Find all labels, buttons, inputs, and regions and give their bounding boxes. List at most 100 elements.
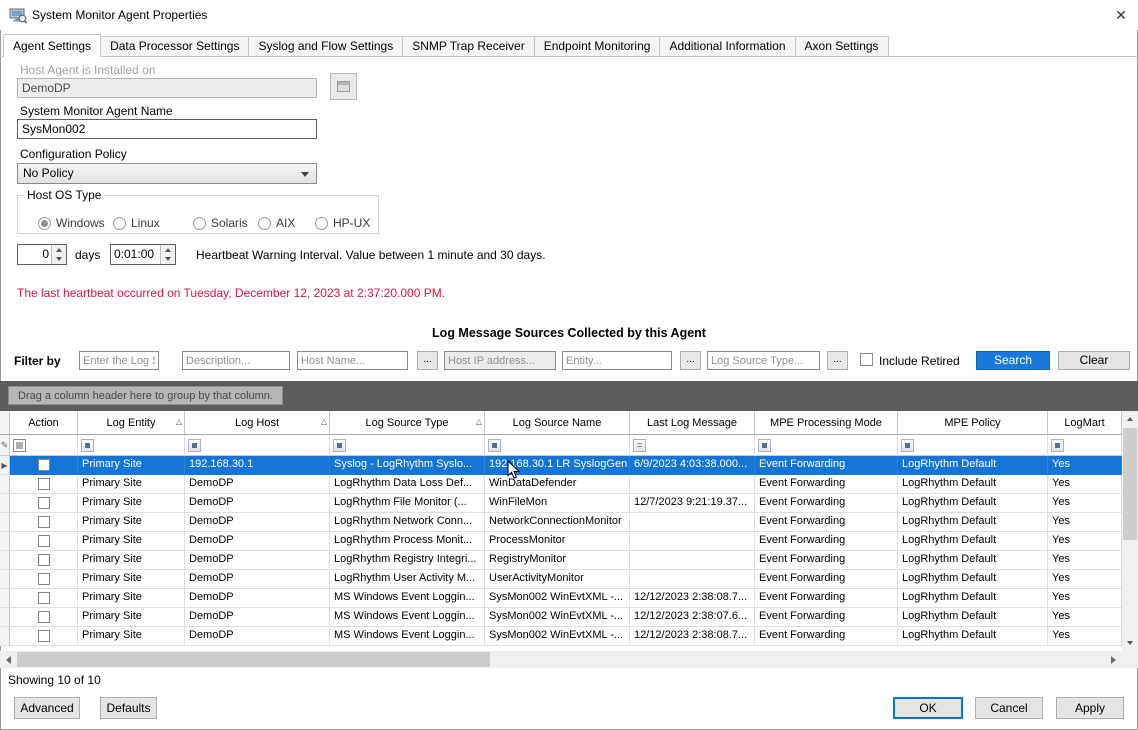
cell-log-source-name: UserActivityMonitor xyxy=(485,570,630,589)
description-filter-input[interactable] xyxy=(182,351,290,370)
host-name-browse-button[interactable]: ... xyxy=(417,351,438,370)
radio-aix[interactable]: AIX xyxy=(258,216,295,230)
filter-icon[interactable] xyxy=(81,439,94,452)
radio-hpux[interactable]: HP-UX xyxy=(315,216,370,230)
apply-button[interactable]: Apply xyxy=(1056,697,1124,719)
table-row[interactable]: Primary Site DemoDP LogRhythm Registry I… xyxy=(0,551,1122,570)
column-header-log-entity[interactable]: Log Entity△ xyxy=(78,411,185,434)
table-row[interactable]: Primary Site DemoDP LogRhythm Process Mo… xyxy=(0,532,1122,551)
column-header-logmart[interactable]: LogMart xyxy=(1048,411,1122,434)
equals-filter-icon[interactable]: = xyxy=(633,439,646,452)
radio-button-icon xyxy=(193,217,206,230)
advanced-button[interactable]: Advanced xyxy=(14,697,80,719)
scroll-up-icon[interactable] xyxy=(1122,411,1138,427)
filter-icon[interactable] xyxy=(188,439,201,452)
column-header-log-source-type[interactable]: Log Source Type△ xyxy=(330,411,485,434)
defaults-button[interactable]: Defaults xyxy=(100,697,157,719)
include-retired-checkbox[interactable] xyxy=(860,353,873,366)
column-header-last-log-message[interactable]: Last Log Message xyxy=(630,411,755,434)
row-checkbox[interactable] xyxy=(38,459,50,471)
spin-up-icon[interactable] xyxy=(52,245,66,255)
horizontal-scrollbar[interactable] xyxy=(0,651,1122,668)
filter-icon[interactable] xyxy=(1051,439,1064,452)
mouse-cursor xyxy=(507,460,520,480)
filter-cell-action[interactable] xyxy=(10,435,78,456)
spin-down-icon[interactable] xyxy=(161,255,175,265)
filter-cell-last-log-message[interactable]: = xyxy=(630,435,755,456)
column-header-log-source-name[interactable]: Log Source Name xyxy=(485,411,630,434)
row-checkbox[interactable] xyxy=(38,516,50,528)
log-source-filter-input[interactable] xyxy=(79,351,159,370)
radio-linux[interactable]: Linux xyxy=(113,216,160,230)
filter-icon[interactable] xyxy=(333,439,346,452)
days-spinner[interactable]: 0 xyxy=(17,244,67,265)
row-checkbox[interactable] xyxy=(38,497,50,509)
row-checkbox[interactable] xyxy=(38,535,50,547)
filter-cell-log-source-name[interactable] xyxy=(485,435,630,456)
column-header-mpe-policy[interactable]: MPE Policy xyxy=(898,411,1048,434)
tab-additional-information[interactable]: Additional Information xyxy=(659,36,795,56)
filter-icon[interactable] xyxy=(758,439,771,452)
clear-button[interactable]: Clear xyxy=(1058,351,1130,370)
tab-syslog-and-flow-settings[interactable]: Syslog and Flow Settings xyxy=(248,36,403,56)
table-row[interactable]: Primary Site DemoDP MS Windows Event Log… xyxy=(0,627,1122,646)
cell-log-source-type: LogRhythm File Monitor (... xyxy=(330,494,485,513)
tab-snmp-trap-receiver[interactable]: SNMP Trap Receiver xyxy=(402,36,534,56)
close-icon[interactable]: ✕ xyxy=(1108,4,1134,26)
filter-cell-logmart[interactable] xyxy=(1048,435,1122,456)
entity-browse-button[interactable]: ... xyxy=(680,351,701,370)
table-row[interactable]: Primary Site DemoDP LogRhythm Data Loss … xyxy=(0,475,1122,494)
host-name-filter-input[interactable] xyxy=(297,351,408,370)
log-source-type-filter-input[interactable] xyxy=(707,351,820,370)
table-row[interactable]: ▶ Primary Site 192.168.30.1 Syslog - Log… xyxy=(0,456,1122,475)
table-row[interactable]: Primary Site DemoDP LogRhythm File Monit… xyxy=(0,494,1122,513)
cancel-button[interactable]: Cancel xyxy=(975,697,1043,719)
spin-up-icon[interactable] xyxy=(161,245,175,255)
table-row[interactable]: Primary Site DemoDP MS Windows Event Log… xyxy=(0,608,1122,627)
scroll-right-icon[interactable] xyxy=(1105,651,1122,668)
filter-cell-log-host[interactable] xyxy=(185,435,330,456)
table-row[interactable]: Primary Site DemoDP MS Windows Event Log… xyxy=(0,589,1122,608)
row-checkbox[interactable] xyxy=(38,478,50,490)
table-row[interactable]: Primary Site DemoDP LogRhythm Network Co… xyxy=(0,513,1122,532)
entity-filter-input[interactable] xyxy=(562,351,672,370)
row-checkbox[interactable] xyxy=(38,611,50,623)
agent-name-field[interactable]: SysMon002 xyxy=(17,119,317,139)
tab-axon-settings[interactable]: Axon Settings xyxy=(795,36,889,56)
ok-button[interactable]: OK xyxy=(893,697,963,719)
filter-cell-mpe-processing-mode[interactable] xyxy=(755,435,898,456)
column-header-log-host[interactable]: Log Host△ xyxy=(185,411,330,434)
column-header-action[interactable]: Action xyxy=(10,411,78,434)
cell-logmart: Yes xyxy=(1048,532,1122,551)
scroll-down-icon[interactable] xyxy=(1122,635,1138,651)
horizontal-scroll-thumb[interactable] xyxy=(17,652,490,667)
vertical-scroll-thumb[interactable] xyxy=(1123,428,1137,540)
row-checkbox[interactable] xyxy=(38,554,50,566)
table-row[interactable]: Primary Site DemoDP LogRhythm User Activ… xyxy=(0,570,1122,589)
tab-endpoint-monitoring[interactable]: Endpoint Monitoring xyxy=(534,36,661,56)
row-indicator xyxy=(0,475,10,494)
select-all-checkbox[interactable] xyxy=(13,439,26,452)
row-checkbox[interactable] xyxy=(38,573,50,585)
scroll-left-icon[interactable] xyxy=(0,651,17,668)
spin-down-icon[interactable] xyxy=(52,255,66,265)
log-source-type-browse-button[interactable]: ... xyxy=(827,351,848,370)
column-header-mpe-processing-mode[interactable]: MPE Processing Mode xyxy=(755,411,898,434)
filter-cell-log-source-type[interactable] xyxy=(330,435,485,456)
row-checkbox[interactable] xyxy=(38,592,50,604)
host-agent-browse-button[interactable] xyxy=(330,73,357,100)
filter-cell-log-entity[interactable] xyxy=(78,435,185,456)
tab-agent-settings[interactable]: Agent Settings xyxy=(3,34,101,57)
vertical-scrollbar[interactable] xyxy=(1122,411,1138,651)
radio-windows[interactable]: Windows xyxy=(38,216,105,230)
filter-icon[interactable] xyxy=(488,439,501,452)
filter-icon[interactable] xyxy=(901,439,914,452)
interval-spinner[interactable]: 0:01:00 xyxy=(110,244,176,265)
radio-solaris[interactable]: Solaris xyxy=(193,216,248,230)
search-button[interactable]: Search xyxy=(976,351,1050,370)
tab-data-processor-settings[interactable]: Data Processor Settings xyxy=(100,36,249,56)
filter-cell-mpe-policy[interactable] xyxy=(898,435,1048,456)
cell-last-log-message xyxy=(630,570,755,589)
row-checkbox[interactable] xyxy=(38,630,50,642)
configuration-policy-select[interactable]: No Policy xyxy=(17,163,317,184)
